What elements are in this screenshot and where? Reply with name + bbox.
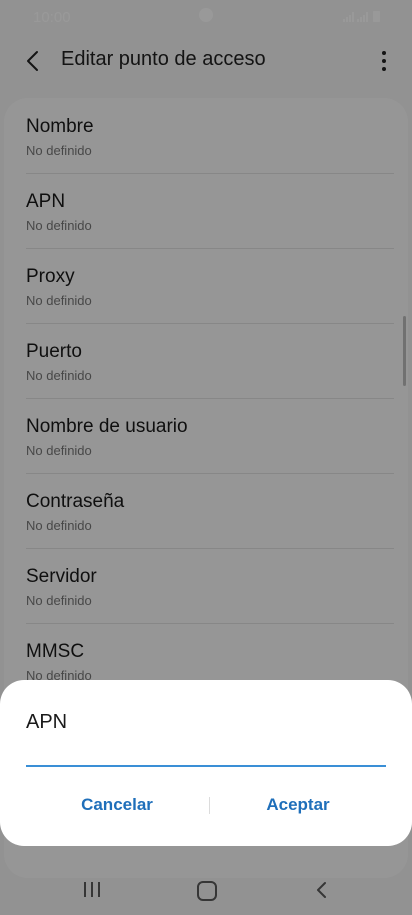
cancel-button[interactable]: Cancelar [27,790,207,820]
screen: 10:00 Editar punto de acceso Nombre No d… [0,0,412,915]
apn-dialog: APN Cancelar Aceptar [0,680,412,846]
apn-input[interactable] [26,735,386,767]
accept-button[interactable]: Aceptar [208,790,388,820]
dialog-title: APN [26,711,68,733]
